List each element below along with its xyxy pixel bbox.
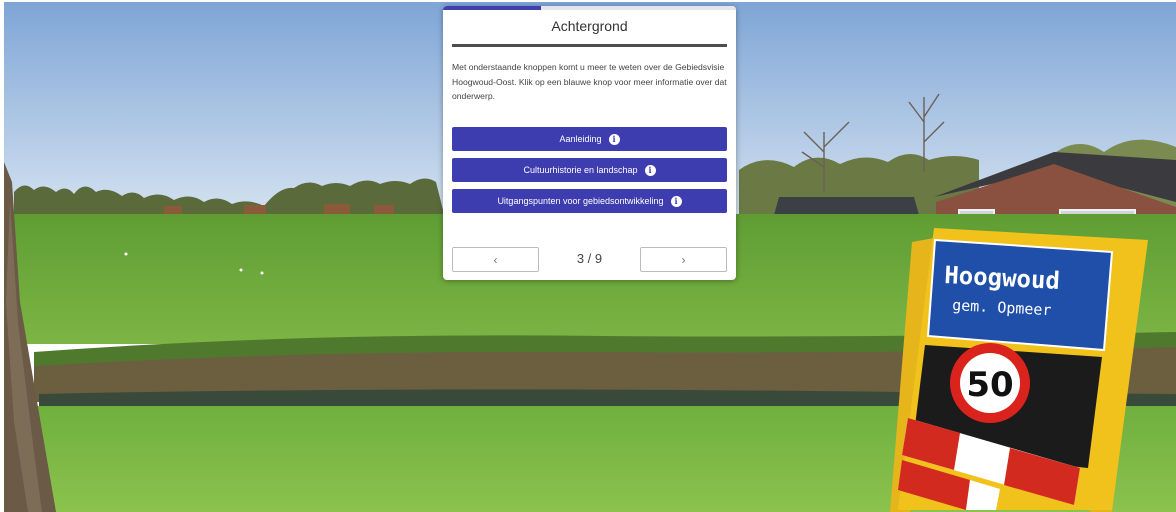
- chevron-left-icon: ‹: [493, 252, 498, 267]
- info-icon: i: [670, 195, 682, 207]
- progress-bar: [443, 6, 736, 10]
- previous-button[interactable]: ‹: [452, 247, 539, 272]
- aanleiding-button[interactable]: Aanleiding i: [452, 127, 727, 151]
- background-info-panel: Achtergrond Met onderstaande knoppen kom…: [443, 6, 736, 280]
- uitgangspunten-button[interactable]: Uitgangspunten voor gebiedsontwikkeling …: [452, 189, 727, 213]
- panel-title: Achtergrond: [551, 18, 628, 34]
- chevron-right-icon: ›: [681, 252, 686, 267]
- uitgangspunten-button-label: Uitgangspunten voor gebiedsontwikkeling: [497, 196, 664, 206]
- cultuurhistorie-button-label: Cultuurhistorie en landschap: [523, 165, 638, 175]
- panel-intro-text: Met onderstaande knoppen komt u meer te …: [452, 62, 727, 101]
- foreground-grass: [4, 406, 1176, 512]
- progress-fill: [443, 6, 541, 10]
- info-icon: i: [608, 133, 620, 145]
- cultuurhistorie-button[interactable]: Cultuurhistorie en landschap i: [452, 158, 727, 182]
- next-button[interactable]: ›: [640, 247, 727, 272]
- info-icon: i: [644, 164, 656, 176]
- page-indicator: 3 / 9: [576, 251, 603, 266]
- aanleiding-button-label: Aanleiding: [559, 134, 602, 144]
- title-divider: [452, 44, 727, 47]
